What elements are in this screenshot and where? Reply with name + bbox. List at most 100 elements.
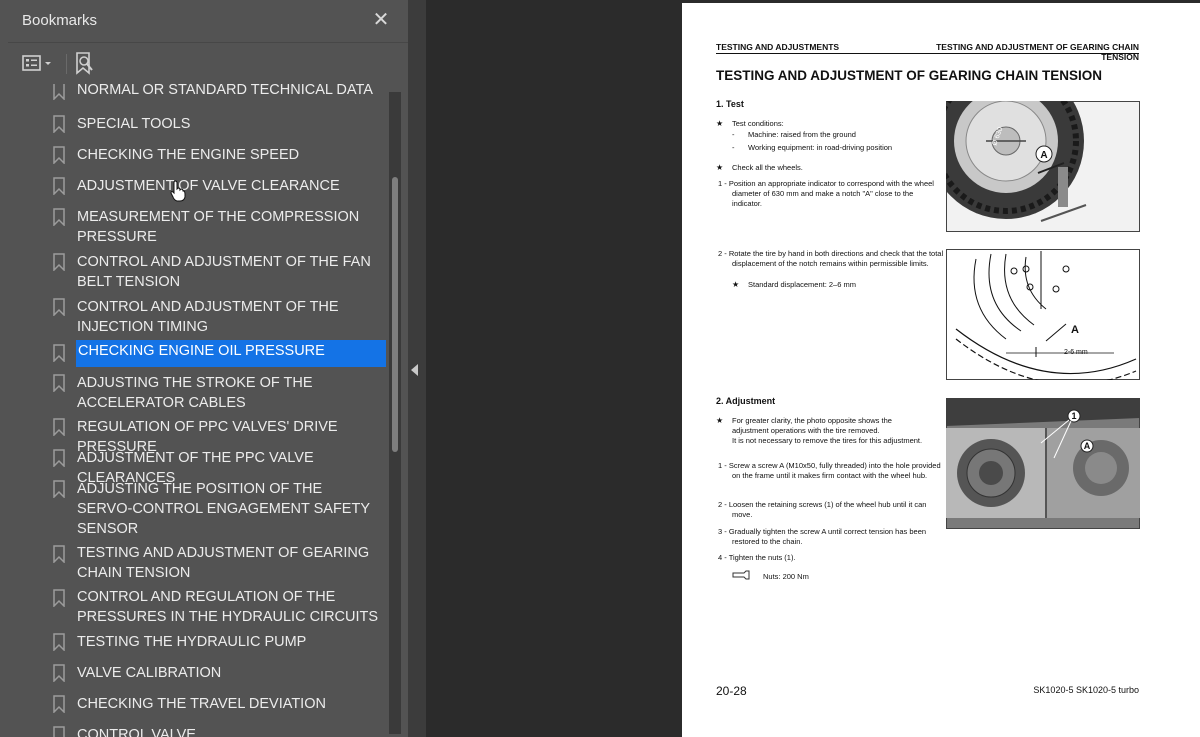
bookmark-item[interactable]: MEASUREMENT OF THE COMPRESSION PRESSURE (45, 206, 388, 248)
bookmark-label: NORMAL OR STANDARD TECHNICAL DATA (77, 84, 373, 98)
hand-cursor-icon (170, 180, 186, 202)
bookmark-item[interactable]: CHECKING THE ENGINE SPEED (45, 144, 388, 166)
figure-label: 2-6 mm (1064, 349, 1088, 356)
bookmark-icon (53, 115, 65, 133)
bookmark-label: CHECKING THE TRAVEL DEVIATION (77, 696, 326, 712)
page-header-left: TESTING AND ADJUSTMENTS (716, 42, 840, 52)
bookmark-item[interactable]: ADJUSTING THE STROKE OF THE ACCELERATOR … (45, 372, 388, 414)
bookmark-list: NORMAL OR STANDARD TECHNICAL DATA SPECIA… (45, 84, 388, 737)
body-text: Machine: raised from the ground (748, 130, 856, 139)
toolbar-divider (66, 54, 67, 74)
collapse-panel-icon[interactable] (411, 364, 418, 376)
bullet-dot: - (732, 143, 735, 152)
bookmark-item[interactable]: CHECKING THE TRAVEL DEVIATION (45, 693, 388, 715)
scrollbar-thumb[interactable] (392, 177, 398, 452)
bookmark-label: CONTROL AND ADJUSTMENT OF THE INJECTION … (77, 299, 339, 335)
bookmark-icon (53, 253, 65, 271)
bookmark-icon (53, 418, 65, 436)
bookmark-item[interactable]: REGULATION OF PPC VALVES' DRIVE PRESSURE (45, 416, 388, 455)
bookmark-label: SPECIAL TOOLS (77, 116, 191, 132)
bookmark-item[interactable]: VALVE CALIBRATION (45, 662, 388, 684)
star-icon: ★ (716, 119, 724, 128)
bookmark-item[interactable]: NORMAL OR STANDARD TECHNICAL DATA (45, 84, 388, 100)
bookmark-icon (53, 146, 65, 164)
body-text: Test conditions: (732, 119, 784, 128)
bookmark-item-selected[interactable]: CHECKING ENGINE OIL PRESSURE (45, 340, 388, 368)
header-rule (716, 53, 1139, 54)
torque-wrench-icon (732, 570, 750, 580)
page-header-right: TESTING AND ADJUSTMENT OF GEARING CHAIN … (936, 42, 1139, 62)
body-text: 4 - Tighten the nuts (1). (718, 553, 796, 562)
bookmark-item[interactable]: ADJUSTMENT OF THE PPC VALVE CLEARANCES (45, 447, 388, 486)
body-text: Nuts: 200 Nm (763, 572, 809, 581)
bookmark-icon (53, 177, 65, 195)
bookmark-label: ADJUSTING THE POSITION OF THE SERVO-CONT… (77, 481, 370, 537)
figure-wheel-hub-photo: 1 A (946, 398, 1140, 529)
bookmarks-panel: Bookmarks ✕ NORMAL OR STANDARD TECHNICAL… (0, 0, 408, 737)
bookmark-icon (53, 208, 65, 226)
bookmark-icon (53, 344, 65, 362)
bookmark-scrollbar[interactable] (389, 92, 401, 734)
find-current-bookmark-button[interactable] (73, 51, 97, 77)
bookmark-icon (53, 726, 65, 737)
bookmark-label: TESTING AND ADJUSTMENT OF GEARING CHAIN … (77, 545, 370, 581)
body-text: 3 - Gradually tighten the screw A until … (718, 527, 927, 546)
body-text: 2 - Loosen the retaining screws (1) of t… (718, 500, 927, 519)
bookmark-label: CONTROL AND REGULATION OF THE PRESSURES … (77, 589, 379, 625)
body-text: Standard displacement: 2–6 mm (748, 280, 856, 289)
find-bookmark-icon (76, 52, 93, 75)
body-text: 2 - Rotate the tire by hand in both dire… (718, 249, 944, 268)
bookmark-label: CHECKING THE ENGINE SPEED (77, 147, 300, 163)
body-text: It is not necessary to remove the tires … (732, 436, 923, 445)
bookmark-label: ADJUSTING THE STROKE OF THE ACCELERATOR … (77, 375, 313, 411)
bookmark-item[interactable]: CONTROL AND REGULATION OF THE PRESSURES … (45, 587, 388, 629)
star-icon: ★ (716, 416, 724, 425)
bookmark-options-button[interactable] (20, 53, 58, 75)
page-number: 20-28 (716, 684, 747, 698)
bookmark-item[interactable]: CONTROL AND ADJUSTMENT OF THE INJECTION … (45, 296, 388, 338)
bookmark-item[interactable]: CONTROL VALVE (45, 724, 388, 737)
bookmark-item[interactable]: TESTING THE HYDRAULIC PUMP (45, 631, 388, 653)
section-heading: 1. Test (716, 99, 744, 109)
body-text: Check all the wheels. (732, 163, 803, 172)
bookmark-icon (53, 374, 65, 392)
body-text: 1 - Screw a screw A (M10x50, fully threa… (718, 461, 941, 480)
bookmark-label: MEASUREMENT OF THE COMPRESSION PRESSURE (77, 209, 360, 245)
bookmark-icon (53, 695, 65, 713)
page-title: TESTING AND ADJUSTMENT OF GEARING CHAIN … (716, 68, 1103, 83)
bookmark-item[interactable]: SPECIAL TOOLS (45, 113, 388, 135)
figure-label: A (1040, 150, 1047, 161)
bookmark-icon (53, 480, 65, 498)
bookmark-label: CONTROL VALVE (77, 727, 196, 737)
bookmark-label: TESTING THE HYDRAULIC PUMP (77, 634, 307, 650)
bookmark-item[interactable]: ADJUSTING THE POSITION OF THE SERVO-CONT… (45, 478, 388, 540)
bookmark-label: CONTROL AND ADJUSTMENT OF THE FAN BELT T… (77, 254, 371, 290)
page-footer-model: SK1020-5 SK1020-5 turbo (1033, 685, 1139, 695)
figure-wheel-indicator: A Ø 630 (946, 101, 1140, 232)
divider (8, 42, 408, 43)
bookmark-icon (53, 84, 65, 100)
star-icon: ★ (732, 280, 740, 289)
figure-label: 1 (1071, 411, 1076, 421)
bookmark-icon (53, 633, 65, 651)
body-text: For greater clarity, the photo opposite … (732, 416, 892, 435)
figure-notch-displacement: A 2-6 mm (946, 249, 1140, 380)
star-icon: ★ (716, 163, 724, 172)
close-icon[interactable]: ✕ (370, 9, 392, 31)
bookmarks-panel-header: Bookmarks ✕ (0, 0, 408, 42)
bookmark-options-icon (22, 55, 51, 71)
figure-label: A (1084, 441, 1091, 451)
pdf-page: TESTING AND ADJUSTMENTS TESTING AND ADJU… (682, 3, 1200, 737)
bookmark-icon (53, 545, 65, 563)
section-heading: 2. Adjustment (716, 396, 776, 406)
bookmark-label: CHECKING ENGINE OIL PRESSURE (76, 340, 386, 367)
bookmark-icon (53, 589, 65, 607)
bookmark-item[interactable]: TESTING AND ADJUSTMENT OF GEARING CHAIN … (45, 543, 388, 585)
body-text: 1 - Position an appropriate indicator to… (718, 179, 934, 208)
body-text: Working equipment: in road-driving posit… (748, 143, 893, 152)
bookmarks-toolbar (0, 44, 408, 84)
bookmark-item[interactable]: ADJUSTMENT OF VALVE CLEARANCE (45, 175, 388, 197)
bookmark-item[interactable]: CONTROL AND ADJUSTMENT OF THE FAN BELT T… (45, 251, 388, 293)
figure-label: A (1071, 324, 1079, 336)
bookmarks-panel-title: Bookmarks (22, 12, 98, 29)
